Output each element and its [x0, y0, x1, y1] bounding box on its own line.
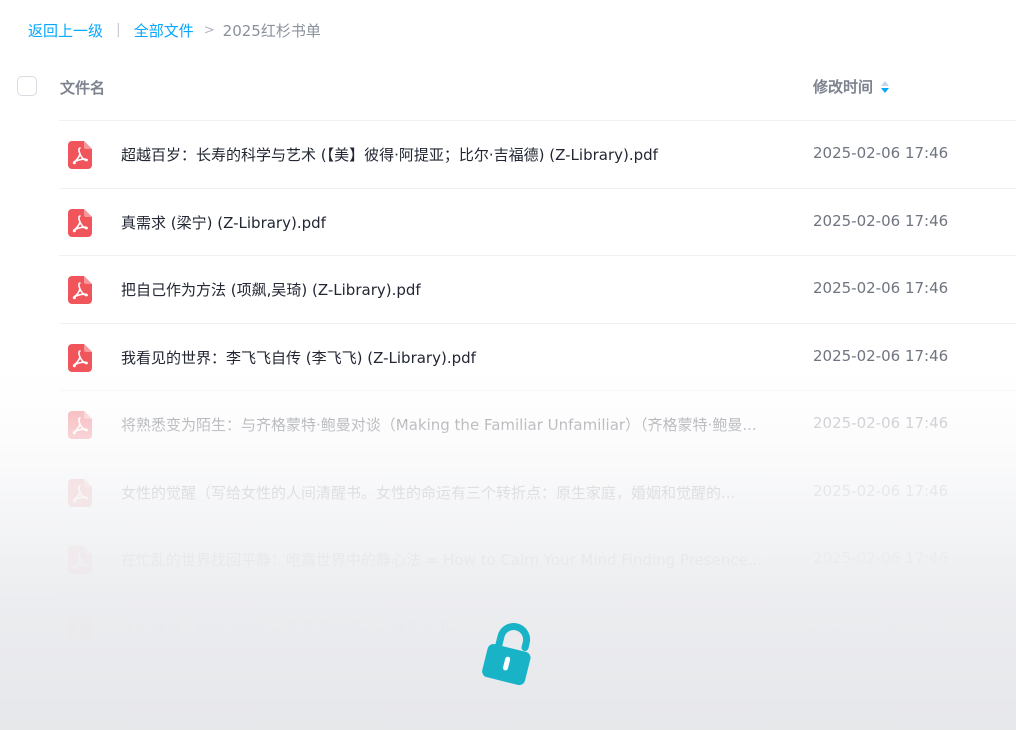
table-header: 文件名 修改时间 [0, 64, 1016, 110]
file-modified-time: 2025-02-06 17:46 [813, 616, 949, 635]
file-modified-time: 2025-02-06 17:46 [813, 549, 949, 567]
file-name[interactable]: 把自己作为方法 (项飙,吴琦) (Z-Library).pdf [121, 279, 781, 300]
breadcrumb: 返回上一级 | 全部文件 > 2025红杉书单 [28, 18, 321, 42]
column-header-time-label: 修改时间 [813, 78, 874, 96]
file-name[interactable]: 超越百岁：长寿的科学与艺术 (【美】彼得·阿提亚；比尔·吉福德) (Z-Libr… [121, 144, 781, 165]
file-list: 超越百岁：长寿的科学与艺术 (【美】彼得·阿提亚；比尔·吉福德) (Z-Libr… [0, 120, 1016, 660]
file-row[interactable]: 将熟悉变为陌生：与齐格蒙特·鲍曼对谈（Making the Familiar U… [59, 390, 1016, 458]
column-header-name: 文件名 [60, 79, 106, 97]
file-modified-time: 2025-02-06 17:46 [813, 279, 949, 297]
pdf-icon [68, 478, 92, 507]
breadcrumb-arrow: > [203, 22, 215, 38]
file-name[interactable]: 真需求 (梁宁) (Z-Library).pdf [121, 212, 781, 233]
file-row[interactable]: 把自己作为方法 (项飙,吴琦) (Z-Library).pdf 2025-02-0… [59, 255, 1016, 323]
file-name[interactable]: 人生海海：幼时的时光，简单书的家，心理咨询书... [121, 617, 781, 638]
current-folder: 2025红杉书单 [222, 21, 321, 40]
select-all-checkbox[interactable] [17, 76, 37, 96]
file-modified-time: 2025-02-06 17:46 [813, 414, 949, 432]
file-modified-time: 2025-02-06 17:46 [813, 481, 949, 500]
file-name[interactable]: 我看见的世界：李飞飞自传 (李飞飞) (Z-Library).pdf [121, 347, 781, 368]
pdf-icon [68, 343, 92, 372]
pdf-icon [68, 208, 92, 237]
file-row[interactable]: 我看见的世界：李飞飞自传 (李飞飞) (Z-Library).pdf 2025-0… [59, 322, 1016, 391]
file-name[interactable]: 在忙乱的世界找回平静：咆露世界中的静心法 = How to Calm Your … [121, 549, 781, 570]
column-header-time[interactable]: 修改时间 [813, 76, 890, 97]
pdf-icon [68, 546, 92, 574]
file-modified-time: 2025-02-06 17:46 [813, 144, 949, 162]
pdf-icon [68, 411, 92, 439]
file-browser-page: 返回上一级 | 全部文件 > 2025红杉书单 文件名 修改时间 超越百岁：长寿… [0, 0, 1016, 730]
file-name[interactable]: 女性的觉醒（写给女性的人间清醒书。女性的命运有三个转折点：原生家庭，婚姻和觉醒的… [121, 482, 781, 503]
pdf-icon [68, 276, 92, 304]
file-row[interactable]: 真需求 (梁宁) (Z-Library).pdf 2025-02-06 17:46 [59, 187, 1016, 256]
pdf-icon [68, 613, 92, 642]
file-name[interactable]: 将熟悉变为陌生：与齐格蒙特·鲍曼对谈（Making the Familiar U… [121, 414, 781, 435]
breadcrumb-divider: | [116, 22, 121, 38]
sort-descending-icon[interactable] [881, 80, 890, 93]
back-link[interactable]: 返回上一级 [28, 20, 103, 41]
file-row[interactable]: 超越百岁：长寿的科学与艺术 (【美】彼得·阿提亚；比尔·吉福德) (Z-Libr… [59, 120, 1016, 188]
pdf-icon [68, 141, 92, 169]
file-modified-time: 2025-02-06 17:46 [813, 346, 949, 365]
all-files-link[interactable]: 全部文件 [134, 20, 194, 41]
file-modified-time: 2025-02-06 17:46 [813, 211, 949, 230]
file-row[interactable]: 女性的觉醒（写给女性的人间清醒书。女性的命运有三个转折点：原生家庭，婚姻和觉醒的… [59, 457, 1016, 526]
file-row[interactable]: 在忙乱的世界找回平静：咆露世界中的静心法 = How to Calm Your … [59, 525, 1016, 593]
lock-icon[interactable] [480, 618, 538, 690]
